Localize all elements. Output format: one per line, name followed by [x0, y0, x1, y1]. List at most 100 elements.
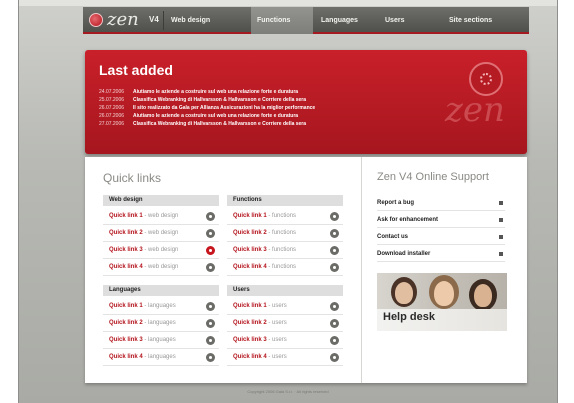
- nav-separator: [163, 11, 164, 30]
- news-text: Classifica Webranking di Hallvarsson & H…: [133, 97, 307, 103]
- nav-item-site-sections[interactable]: Site sections: [443, 7, 527, 34]
- help-desk-banner[interactable]: Help desk: [377, 273, 507, 331]
- nav-item-languages[interactable]: Languages: [315, 7, 377, 34]
- go-arrow-icon[interactable]: [206, 212, 215, 221]
- go-arrow-icon[interactable]: [330, 212, 339, 221]
- quick-link-row[interactable]: Quick link 1 - web design: [103, 208, 219, 225]
- help-desk-label: Help desk: [383, 311, 435, 323]
- quick-link-desc: web design: [148, 247, 179, 253]
- quick-link-desc: users: [272, 320, 287, 326]
- copyright-text: Copyright 2006 Gala S.r.l. · All rights …: [247, 389, 329, 394]
- quick-link-desc: web design: [148, 213, 179, 219]
- support-item-label: Report a bug: [377, 200, 414, 206]
- quick-link-row[interactable]: Quick link 1 - languages: [103, 298, 219, 315]
- support-item-label: Download installer: [377, 251, 431, 257]
- news-item[interactable]: 26.07.2006 Aiutiamo le aziende a costruir…: [99, 112, 315, 120]
- news-text: Classifica Webranking di Hallvarsson & H…: [133, 121, 307, 127]
- go-arrow-icon[interactable]: [206, 319, 215, 328]
- support-item-enhancement[interactable]: Ask for enhancement: [377, 212, 505, 228]
- go-arrow-icon[interactable]: [330, 229, 339, 238]
- quick-link-row[interactable]: Quick link 4 - web design: [103, 259, 219, 276]
- news-item[interactable]: 25.07.2006 Classifica Webranking di Hallv…: [99, 96, 315, 104]
- quick-link-row[interactable]: Quick link 2 - languages: [103, 315, 219, 332]
- quick-link[interactable]: Quick link 4: [233, 354, 267, 360]
- quick-link-row[interactable]: Quick link 3 - functions: [227, 242, 343, 259]
- quick-link[interactable]: Quick link 4: [233, 264, 267, 270]
- quick-link[interactable]: Quick link 4: [109, 264, 143, 270]
- quick-link-row[interactable]: Quick link 4 - users: [227, 349, 343, 366]
- logo-text: zen: [107, 9, 139, 30]
- quick-link[interactable]: Quick link 2: [109, 230, 143, 236]
- logo[interactable]: zen V4: [83, 7, 163, 34]
- go-arrow-icon[interactable]: [330, 319, 339, 328]
- last-added-title: Last added: [99, 62, 173, 78]
- quick-link-row[interactable]: Quick link 3 - users: [227, 332, 343, 349]
- go-arrow-icon[interactable]: [330, 263, 339, 272]
- news-item[interactable]: 26.07.2006 Il sito realizzato da Gala per…: [99, 104, 315, 112]
- quick-link-desc: languages: [148, 303, 176, 309]
- support-item-contact[interactable]: Contact us: [377, 229, 505, 245]
- quick-link-row[interactable]: Quick link 2 - web design: [103, 225, 219, 242]
- quick-link[interactable]: Quick link 1: [233, 213, 267, 219]
- zen-watermark: zen: [445, 90, 505, 130]
- news-text: Aiutiamo le aziende a costruire sul web …: [133, 113, 299, 119]
- quick-link[interactable]: Quick link 2: [233, 320, 267, 326]
- quick-link[interactable]: Quick link 1: [233, 303, 267, 309]
- news-date: 26.07.2006: [99, 105, 125, 111]
- go-arrow-icon[interactable]: [206, 263, 215, 272]
- go-arrow-icon[interactable]: [330, 302, 339, 311]
- support-item-report-bug[interactable]: Report a bug: [377, 195, 505, 211]
- news-item[interactable]: 27.07.2006 Classifica Webranking di Hallv…: [99, 120, 315, 128]
- quick-link[interactable]: Quick link 1: [109, 303, 143, 309]
- quick-link[interactable]: Quick link 2: [233, 230, 267, 236]
- quick-link-desc: users: [272, 354, 287, 360]
- quick-link-row[interactable]: Quick link 3 - languages: [103, 332, 219, 349]
- go-arrow-icon[interactable]: [206, 302, 215, 311]
- group-heading-web-design: Web design: [103, 195, 219, 206]
- go-arrow-icon[interactable]: [330, 353, 339, 362]
- group-heading-languages: Languages: [103, 285, 219, 296]
- nav-item-functions[interactable]: Functions: [251, 7, 313, 34]
- quick-link[interactable]: Quick link 2: [109, 320, 143, 326]
- go-arrow-icon[interactable]: [330, 336, 339, 345]
- quick-link-row[interactable]: Quick link 2 - users: [227, 315, 343, 332]
- version-label: V4: [149, 15, 159, 24]
- nav-item-web-design[interactable]: Web design: [165, 7, 245, 34]
- quick-link-row[interactable]: Quick link 1 - users: [227, 298, 343, 315]
- quick-link[interactable]: Quick link 3: [109, 337, 143, 343]
- quick-link-row[interactable]: Quick link 4 - languages: [103, 349, 219, 366]
- news-item[interactable]: 24.07.2006 Aiutiamo le aziende a costruir…: [99, 88, 315, 96]
- bullet-square-icon: [499, 252, 503, 256]
- quick-link[interactable]: Quick link 3: [233, 247, 267, 253]
- quick-link-row[interactable]: Quick link 4 - functions: [227, 259, 343, 276]
- logo-emblem-icon: [89, 13, 103, 27]
- quick-link-desc: languages: [148, 337, 176, 343]
- quick-link[interactable]: Quick link 3: [233, 337, 267, 343]
- go-arrow-icon[interactable]: [206, 246, 215, 255]
- quick-link-row[interactable]: Quick link 2 - functions: [227, 225, 343, 242]
- emblem-inner-ring: [480, 73, 492, 85]
- news-text: Aiutiamo le aziende a costruire sul web …: [133, 89, 299, 95]
- go-arrow-icon[interactable]: [206, 336, 215, 345]
- go-arrow-icon[interactable]: [206, 229, 215, 238]
- news-date: 26.07.2006: [99, 113, 125, 119]
- go-arrow-icon[interactable]: [206, 353, 215, 362]
- quick-link[interactable]: Quick link 1: [109, 213, 143, 219]
- quick-link-desc: functions: [272, 264, 297, 270]
- person-face: [395, 282, 413, 304]
- quick-link-desc: web design: [148, 264, 179, 270]
- quick-link[interactable]: Quick link 4: [109, 354, 143, 360]
- support-item-label: Ask for enhancement: [377, 217, 439, 223]
- go-arrow-icon[interactable]: [330, 246, 339, 255]
- quick-link-desc: languages: [148, 354, 176, 360]
- quick-link-row[interactable]: Quick link 1 - functions: [227, 208, 343, 225]
- bullet-square-icon: [499, 201, 503, 205]
- group-heading-functions: Functions: [227, 195, 343, 206]
- news-list: 24.07.2006 Aiutiamo le aziende a costruir…: [99, 88, 315, 128]
- quick-link-desc: functions: [272, 247, 297, 253]
- nav-item-users[interactable]: Users: [379, 7, 441, 34]
- quick-link[interactable]: Quick link 3: [109, 247, 143, 253]
- support-item-download[interactable]: Download installer: [377, 246, 505, 262]
- quick-link-row[interactable]: Quick link 3 - web design: [103, 242, 219, 259]
- quick-link-desc: functions: [272, 230, 297, 236]
